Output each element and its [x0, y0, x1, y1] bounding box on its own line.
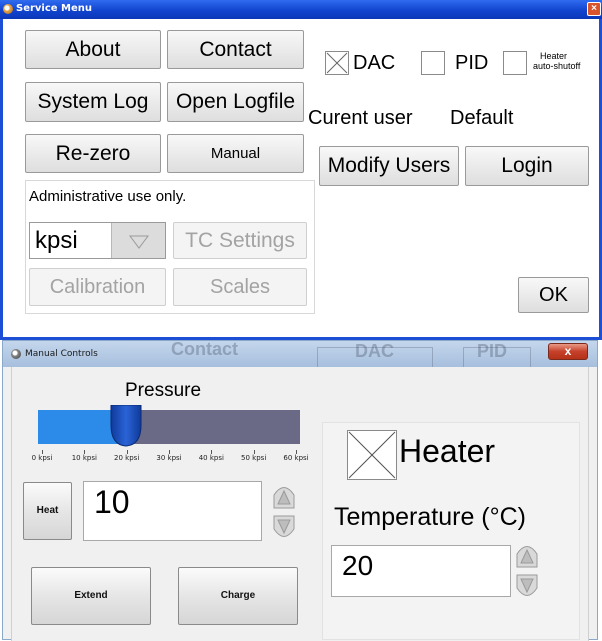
- current-user-value: Default: [450, 107, 514, 129]
- about-button[interactable]: About: [25, 30, 161, 69]
- app-icon: [3, 4, 13, 14]
- admin-panel: Administrative use only. kpsi TC Setting…: [25, 180, 315, 314]
- login-button[interactable]: Login: [465, 146, 589, 186]
- pressure-label: Pressure: [125, 380, 202, 401]
- pressure-tick-label: 50 kpsi: [241, 454, 267, 462]
- admin-caption: Administrative use only.: [29, 188, 187, 205]
- pressure-slider-thumb[interactable]: [109, 405, 143, 447]
- pressure-up-arrow-icon[interactable]: [271, 480, 297, 510]
- open-logfile-button[interactable]: Open Logfile: [167, 82, 304, 122]
- window-title: Manual Controls: [25, 349, 98, 359]
- manual-controls-titlebar: Contact DAC PID Manual Controls x: [3, 339, 597, 369]
- unit-select-value: kpsi: [35, 227, 78, 254]
- dropdown-arrow-icon[interactable]: [111, 223, 165, 258]
- pressure-slider-track[interactable]: [38, 410, 300, 444]
- current-user-label: Curent user: [308, 107, 413, 129]
- window-title: Service Menu: [16, 3, 93, 14]
- service-menu-titlebar: Service Menu ×: [0, 0, 602, 19]
- charge-button[interactable]: Charge: [178, 567, 298, 625]
- manual-button[interactable]: Manual: [167, 134, 304, 173]
- ghost-dac-text: DAC: [355, 341, 394, 361]
- heater-checkbox[interactable]: [347, 430, 397, 480]
- rezero-button[interactable]: Re-zero: [25, 134, 161, 173]
- tc-settings-button[interactable]: TC Settings: [173, 222, 307, 259]
- pressure-tick-label: 60 kpsi: [283, 454, 309, 462]
- pressure-setpoint-input[interactable]: 10: [83, 481, 262, 541]
- unit-select[interactable]: kpsi: [29, 222, 166, 259]
- temperature-setpoint-input[interactable]: 20: [331, 545, 511, 597]
- modify-users-button[interactable]: Modify Users: [319, 146, 459, 186]
- calibration-button[interactable]: Calibration: [29, 268, 166, 306]
- ok-button[interactable]: OK: [518, 277, 589, 313]
- extend-button[interactable]: Extend: [31, 567, 151, 625]
- dac-checkbox[interactable]: [325, 51, 349, 75]
- temperature-label: Temperature (°C): [334, 503, 526, 531]
- pid-checkbox[interactable]: [421, 51, 445, 75]
- close-button[interactable]: ×: [587, 2, 601, 16]
- scales-button[interactable]: Scales: [173, 268, 307, 306]
- heater-panel: Heater Temperature (°C) 20: [322, 422, 580, 640]
- check-cross-icon: [326, 52, 348, 74]
- pressure-tick-label: 0 kpsi: [31, 454, 53, 462]
- pressure-setpoint-value: 10: [94, 484, 130, 520]
- heat-button[interactable]: Heat: [23, 482, 72, 540]
- pressure-down-arrow-icon[interactable]: [271, 514, 297, 544]
- ghost-pid-text: PID: [477, 341, 508, 361]
- dac-label: DAC: [353, 52, 396, 74]
- app-icon: [11, 349, 21, 359]
- contact-button[interactable]: Contact: [167, 30, 304, 69]
- pressure-tick-label: 10 kpsi: [71, 454, 97, 462]
- ghost-contact-text: Contact: [171, 339, 238, 359]
- temperature-setpoint-value: 20: [342, 550, 374, 581]
- pressure-tick-label: 20 kpsi: [114, 454, 140, 462]
- heater-shutoff-checkbox[interactable]: [503, 51, 527, 75]
- pid-label: PID: [455, 52, 489, 74]
- pressure-tick-label: 40 kpsi: [198, 454, 224, 462]
- pressure-tick-label: 30 kpsi: [156, 454, 182, 462]
- close-button[interactable]: x: [548, 343, 588, 360]
- temperature-down-arrow-icon[interactable]: [514, 573, 540, 603]
- service-menu-window: Service Menu × About Contact System Log …: [0, 0, 602, 340]
- heater-label: Heater: [399, 433, 496, 469]
- temperature-up-arrow-icon[interactable]: [514, 539, 540, 569]
- heater-shutoff-label-line1: Heater: [540, 51, 568, 61]
- system-log-button[interactable]: System Log: [25, 82, 161, 122]
- heater-shutoff-label-line2: auto-shutoff: [533, 61, 581, 71]
- check-cross-icon: [348, 431, 396, 479]
